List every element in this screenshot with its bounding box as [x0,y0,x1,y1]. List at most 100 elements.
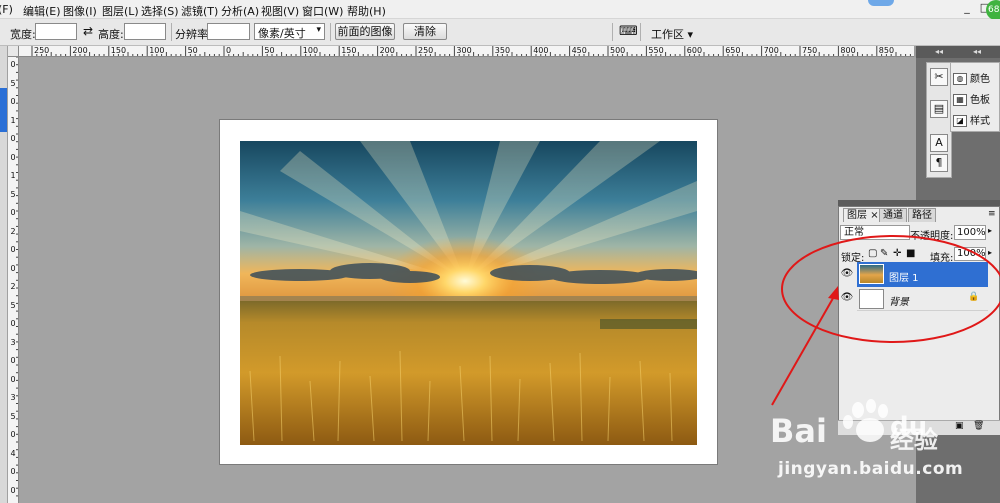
options-bar: 宽度: ⇄ 高度: 分辨率: 像素/英寸 ▾ 前面的图像 清除 ⌨ 工作区 ▾ [0,19,1000,46]
layer-thumbnail [859,264,884,284]
lock-position-icon[interactable]: ✛ [893,248,901,259]
ruler-label: 0 [226,46,232,55]
menu-layer[interactable]: 图层(L) [102,3,139,19]
vertical-ruler: 0 5 0 1 0 0 1 5 0 2 0 0 2 5 0 3 0 0 3 5 0 4 0 0 [8,57,19,503]
width-label: 宽度: [10,28,36,41]
tools-panel-accent [0,88,7,132]
unit-select-value: 像素/英寸 [258,27,306,40]
blend-mode-value: 正常 [844,227,864,238]
separator [640,23,641,41]
front-image-button[interactable]: 前面的图像 [335,23,395,40]
tab-layers[interactable]: 图层 × [843,208,883,222]
menu-bar: (F) 编辑(E) 图像(I) 图层(L) 选择(S) 滤镜(T) 分析(A) … [0,0,1000,19]
ruler-label: 0 [10,374,16,384]
workspace-menu[interactable]: 工作区 ▾ [651,26,693,42]
ruler-label: 450 [571,46,587,55]
watermark-brand: Bai [770,412,827,450]
trash-icon[interactable]: 🗑 [973,421,984,431]
menu-select[interactable]: 选择(S) [141,3,179,19]
ruler-label: 3 [10,337,16,347]
ruler-label: 750 [802,46,818,55]
height-input[interactable] [124,23,166,40]
separator [330,23,331,41]
menu-image[interactable]: 图像(I) [63,3,97,19]
minimize-button[interactable]: _ [960,2,974,14]
lock-transparent-icon[interactable]: ▢ [868,248,877,259]
ruler-label: 0 [10,208,16,217]
ruler-label: 300 [456,46,472,55]
width-input[interactable] [35,23,77,40]
swatches-panel-tab[interactable]: ▦ 色板 [953,91,990,106]
ruler-label: 2 [10,226,16,236]
eye-icon[interactable]: 👁 [840,292,854,304]
tab-channels[interactable]: 通道 [879,208,907,222]
ruler-origin[interactable] [8,46,19,57]
ruler-label: 200 [72,46,88,55]
ruler-label: 1 [10,171,16,180]
brush-tools-icon[interactable]: ✂ [930,68,948,86]
menu-file[interactable]: (F) [0,3,13,16]
layer-name[interactable]: 背景 [889,293,909,308]
lock-all-icon[interactable]: ■ [906,248,915,259]
lock-image-icon[interactable]: ✎ [880,248,888,259]
clone-source-icon[interactable]: ▤ [930,100,948,118]
ruler-label: 4 [10,448,16,458]
workspace-label: 工作区 [651,28,684,41]
blend-mode-select[interactable]: 正常 [840,225,910,240]
chevron-right-icon[interactable]: ▸ [988,226,992,235]
menu-filter[interactable]: 滤镜(T) [181,3,218,19]
ruler-label: 550 [648,46,664,55]
close-icon[interactable]: × [870,210,878,221]
ruler-label: 5 [10,189,16,199]
eye-icon[interactable]: 👁 [840,268,854,280]
swatches-grid-icon: ▦ [953,94,967,106]
swap-arrows-icon[interactable]: ⇄ [83,24,93,38]
styles-panel-tab[interactable]: ◪ 样式 [953,112,990,127]
ruler-label: 0 [10,263,16,273]
ruler-label: 200 [379,46,395,55]
menu-analysis[interactable]: 分析(A) [221,3,259,19]
ruler-label: 1 [10,115,16,125]
styles-panel-label: 样式 [970,116,990,127]
chevron-down-icon: ▾ [316,25,321,35]
collapse-dock-icon[interactable]: ◂◂ [935,47,943,56]
resolution-input[interactable] [207,23,250,40]
color-panel-tab[interactable]: ◍ 颜色 [953,70,990,85]
tab-paths[interactable]: 路径 [908,208,936,222]
palette-icon: ◍ [953,73,967,85]
unit-select[interactable]: 像素/英寸 ▾ [254,23,325,40]
menu-edit[interactable]: 编辑(E) [23,3,61,19]
tools-panel [0,46,8,503]
panel-menu-icon[interactable]: ≡ [988,209,996,219]
notification-badge [868,0,894,6]
separator [171,23,172,41]
layer-name[interactable]: 图层 1 [889,269,919,284]
chevron-right-icon[interactable]: ▸ [988,248,992,257]
ruler-label: 500 [610,46,626,55]
ruler-label: 0 [10,97,16,106]
ruler-label: 100 [149,46,165,55]
menu-help[interactable]: 帮助(H) [347,3,386,19]
ruler-label: 3 [10,393,16,402]
chevron-down-icon: ▾ [687,28,694,41]
bridge-icon[interactable]: ⌨ [619,24,638,39]
ruler-label: 150 [341,46,357,55]
height-label: 高度: [98,28,124,41]
paragraph-icon[interactable]: ¶ [930,154,948,172]
character-icon[interactable]: A [930,134,948,152]
watermark-url: jingyan.baidu.com [778,459,964,479]
fill-input[interactable]: 100% [954,247,986,261]
layer-thumbnail [859,289,884,309]
clear-button[interactable]: 清除 [403,23,447,40]
ruler-label: 5 [10,300,16,310]
ruler-label: 0 [10,467,16,476]
opacity-label: 不透明度: [910,231,954,242]
menu-view[interactable]: 视图(V) [261,3,299,19]
styles-icon: ◪ [953,115,967,127]
ruler-label: 400 [533,46,549,55]
photo-layer[interactable] [240,141,697,445]
collapse-dock-icon[interactable]: ◂◂ [973,47,981,56]
menu-window[interactable]: 窗口(W) [302,3,343,19]
ruler-label: 0 [10,485,16,495]
opacity-input[interactable]: 100% [954,225,986,240]
